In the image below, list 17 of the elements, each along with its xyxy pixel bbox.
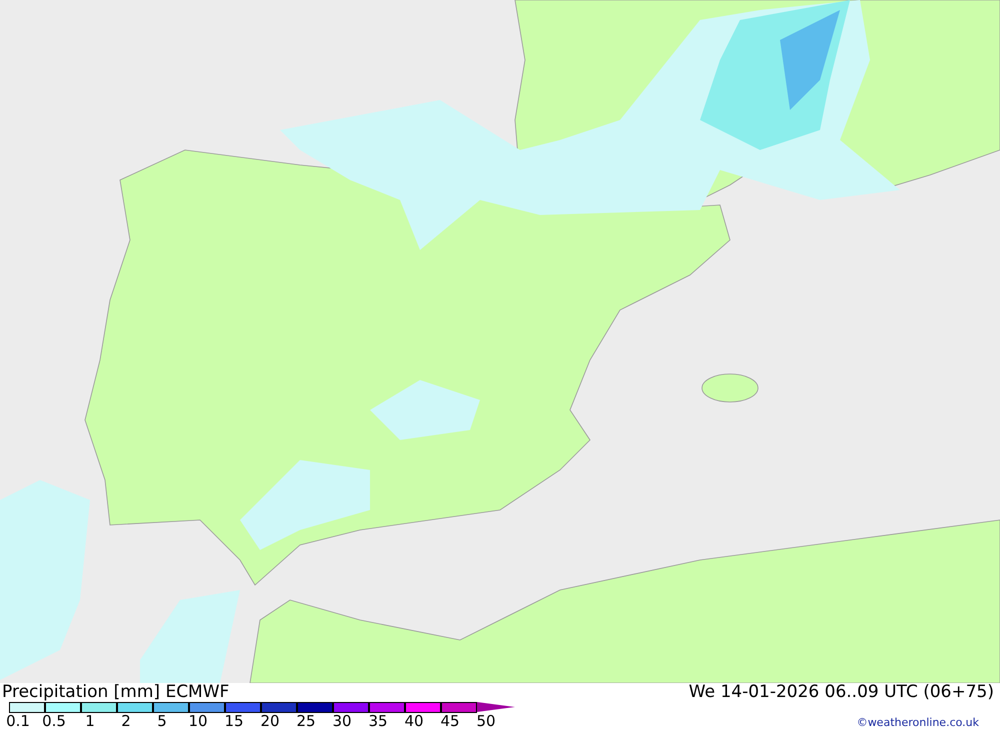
legend-tick-label: 20 [259, 713, 281, 729]
legend-tick-label: 45 [439, 713, 461, 729]
credit-link[interactable]: ©weatheronline.co.uk [856, 701, 1000, 732]
legend-tick-label: 5 [156, 713, 168, 729]
legend-tick-label: 2 [120, 713, 132, 729]
legend-tick-label: 0.1 [5, 713, 31, 729]
legend-title: Precipitation [mm] ECMWF [2, 683, 230, 701]
legend-tick-label: 40 [403, 713, 425, 729]
legend-tick-label: 15 [223, 713, 245, 729]
legend-tick-label: 50 [475, 713, 497, 729]
legend-tick-label: 1 [84, 713, 96, 729]
legend-tick-label: 30 [331, 713, 353, 729]
legend-tick-label: 25 [295, 713, 317, 729]
valid-time: We 14-01-2026 06..09 UTC (06+75) [688, 683, 995, 701]
legend-tick-label: 10 [187, 713, 209, 729]
legend-tick-label: 0.5 [41, 713, 67, 729]
legend-tick-label: 35 [367, 713, 389, 729]
